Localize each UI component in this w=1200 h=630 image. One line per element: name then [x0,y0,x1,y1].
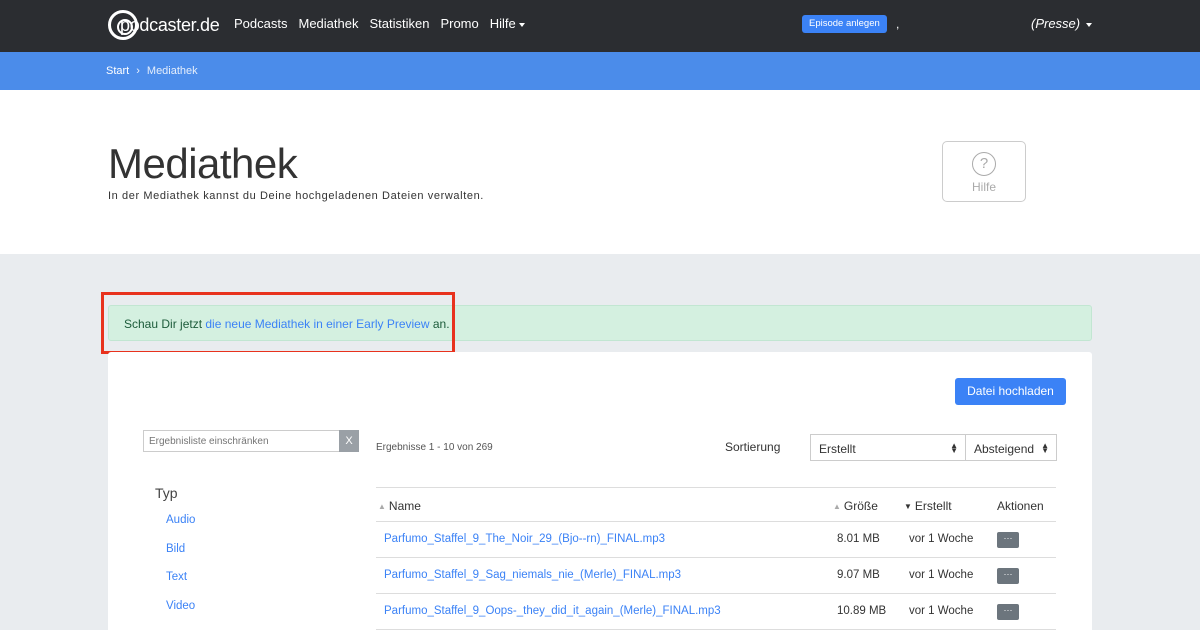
episode-anlegen-button[interactable]: Episode anlegen [802,15,887,33]
results-count: Ergebnisse 1 - 10 von 269 [376,442,493,453]
nav-podcasts[interactable]: Podcasts [234,16,287,31]
row-actions-button[interactable]: ··· [997,568,1019,584]
file-name-link[interactable]: Parfumo_Staffel_9_Sag_niemals_nie_(Merle… [384,569,681,581]
file-name-link[interactable]: Parfumo_Staffel_9_The_Noir_29_(Bjo--rn)_… [384,533,665,545]
help-button[interactable]: ? Hilfe [942,141,1026,202]
sort-field-value: Erstellt [819,442,856,456]
main-nav: Podcasts Mediathek Statistiken Promo Hil… [234,16,525,31]
podcaster-logo[interactable]: podcaster.de [108,8,220,42]
caret-down-icon [518,22,525,27]
nav-hilfe-label: Hilfe [489,16,516,31]
caret-down-icon [1086,22,1093,27]
file-size: 10.89 MB [837,605,887,617]
sort-order-select[interactable]: Absteigend ▲ ▼ [965,434,1057,461]
sort-order-value: Absteigend [974,442,1035,456]
column-header-created[interactable]: ▼ Erstellt [904,499,952,513]
top-navbar: podcaster.de Podcasts Mediathek Statisti… [0,0,1200,52]
page-header: Mediathek In der Mediathek kannst du Dei… [0,90,1200,254]
column-size-label: Größe [843,499,878,513]
filter-clear-button[interactable]: X [339,430,359,452]
user-menu-dropdown[interactable]: (Presse) [1031,16,1093,31]
row-actions-button[interactable]: ··· [997,532,1019,548]
breadcrumb-current: Mediathek [146,65,198,77]
user-menu-label: (Presse) [1031,16,1081,31]
sort-label: Sortierung [725,440,781,454]
type-filter-title: Typ [155,485,178,501]
column-name-label: Name [388,499,421,513]
select-arrows-icon: ▲ ▼ [950,441,958,455]
sort-desc-icon: ▼ [904,502,912,511]
nav-mediathek[interactable]: Mediathek [298,16,358,31]
filter-input[interactable] [143,430,339,452]
file-size: 9.07 MB [837,569,880,581]
column-created-label: Erstellt [914,499,952,513]
sort-both-icon: ▲ [378,502,386,511]
nav-hilfe-dropdown[interactable]: Hilfe [490,16,525,31]
row-actions-button[interactable]: ··· [997,604,1019,620]
help-label: Hilfe [971,180,996,194]
column-header-name[interactable]: ▲ Name [378,499,421,513]
nav-separator: , [896,17,900,31]
file-created: vor 1 Woche [909,605,974,617]
page-subtitle: In der Mediathek kannst du Deine hochgel… [108,190,484,202]
table-row: Parfumo_Staffel_9_Oops-_they_did_it_agai… [376,594,1056,630]
sort-both-icon: ▲ [833,502,841,511]
table-row: Parfumo_Staffel_9_The_Noir_29_(Bjo--rn)_… [376,522,1056,558]
type-filter-bild[interactable]: Bild [166,543,185,555]
file-created: vor 1 Woche [909,533,974,545]
column-actions-label: Aktionen [997,499,1044,513]
breadcrumb-separator: › [136,65,140,77]
file-name-link[interactable]: Parfumo_Staffel_9_Oops-_they_did_it_agai… [384,605,721,617]
breadcrumb-bar: Start › Mediathek [0,52,1200,90]
table-row: Parfumo_Staffel_9_Sag_niemals_nie_(Merle… [376,558,1056,594]
nav-promo[interactable]: Promo [440,16,478,31]
upload-file-button[interactable]: Datei hochladen [955,378,1066,405]
breadcrumb: Start › Mediathek [106,65,198,77]
column-header-actions: Aktionen [997,499,1044,513]
page-title: Mediathek [108,140,298,187]
annotation-highlight-box [101,292,455,354]
media-card: Datei hochladen X Typ Audio Bild Text Vi… [108,352,1092,630]
column-header-size[interactable]: ▲ Größe [833,499,878,513]
select-arrows-icon: ▲ ▼ [1041,441,1049,455]
file-created: vor 1 Woche [909,569,974,581]
type-filter-video[interactable]: Video [166,600,195,612]
type-filter-audio[interactable]: Audio [166,514,195,526]
nav-statistiken[interactable]: Statistiken [369,16,429,31]
question-circle-icon: ? [972,152,996,176]
table-header: ▲ Name ▲ Größe ▼ Erstellt Aktionen [376,487,1056,522]
sort-field-select[interactable]: Erstellt ▲ ▼ [810,434,966,461]
breadcrumb-start[interactable]: Start [106,65,129,77]
file-size: 8.01 MB [837,533,880,545]
logo-icon [108,10,138,40]
type-filter-text[interactable]: Text [166,571,187,583]
